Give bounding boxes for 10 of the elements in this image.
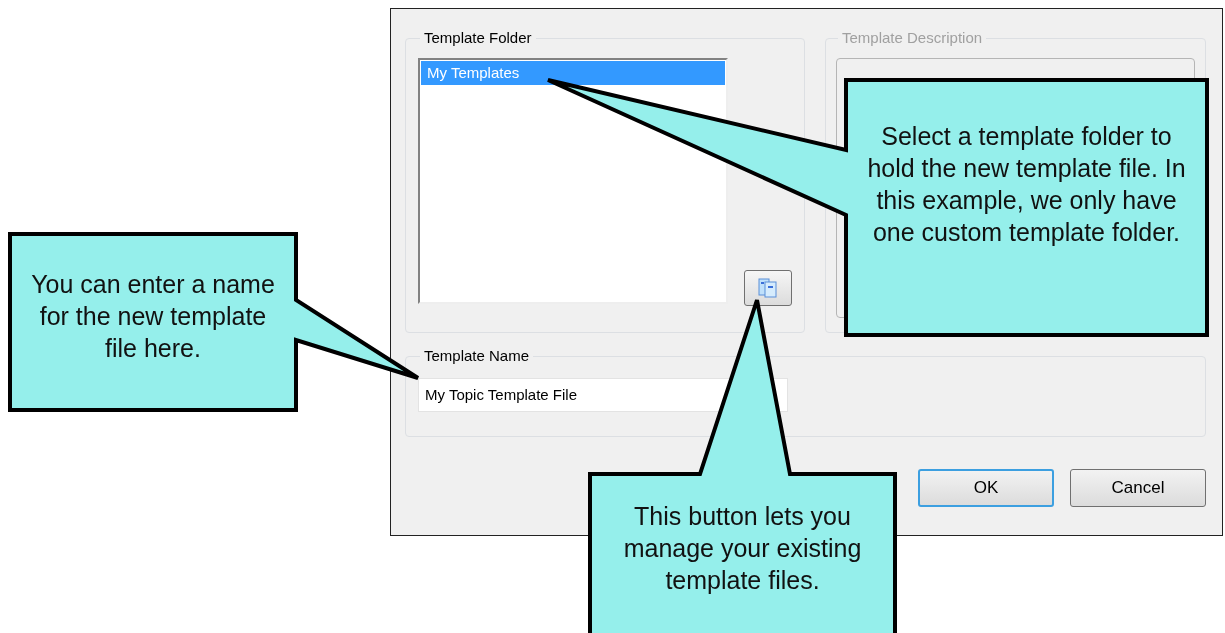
documents-icon <box>757 276 779 299</box>
group-label: Template Description <box>841 28 984 48</box>
dialog-button[interactable]: OK <box>918 469 1054 507</box>
callout-text: You can enter a name for the new template file here. <box>30 269 276 364</box>
callout-text: This button lets you manage your existing template files. <box>622 501 863 596</box>
group-label: Template Name <box>423 346 531 366</box>
group-label: Template Folder <box>423 28 533 48</box>
callout-text: Select a template folder to hold the new template file. In this example, we only have one custom template folder. <box>866 121 1187 248</box>
dialog-button[interactable]: Cancel <box>1070 469 1206 507</box>
manage-button[interactable] <box>744 269 792 306</box>
